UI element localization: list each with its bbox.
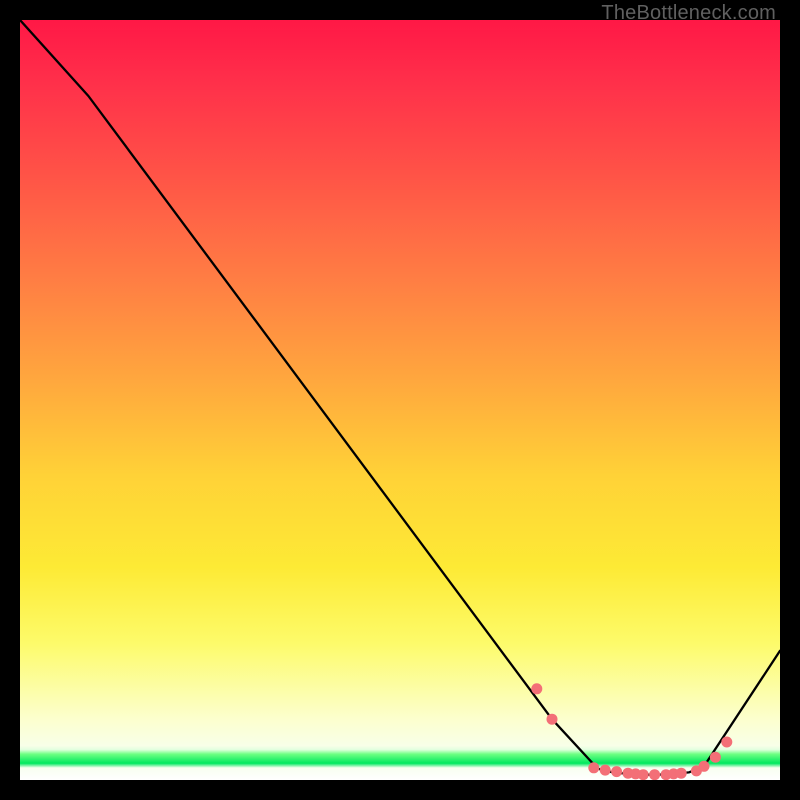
marker-dot xyxy=(649,769,660,780)
curve-line xyxy=(20,20,780,775)
marker-dot xyxy=(676,768,687,779)
chart-svg xyxy=(20,20,780,780)
marker-dot xyxy=(600,765,611,776)
watermark-text: TheBottleneck.com xyxy=(601,2,776,25)
chart-frame: TheBottleneck.com xyxy=(0,0,800,800)
marker-dot xyxy=(588,762,599,773)
marker-group xyxy=(531,683,732,780)
marker-dot xyxy=(531,683,542,694)
marker-dot xyxy=(721,737,732,748)
marker-dot xyxy=(611,766,622,777)
marker-dot xyxy=(638,769,649,780)
plot-area xyxy=(20,20,780,780)
marker-dot xyxy=(699,761,710,772)
marker-dot xyxy=(547,714,558,725)
marker-dot xyxy=(710,752,721,763)
